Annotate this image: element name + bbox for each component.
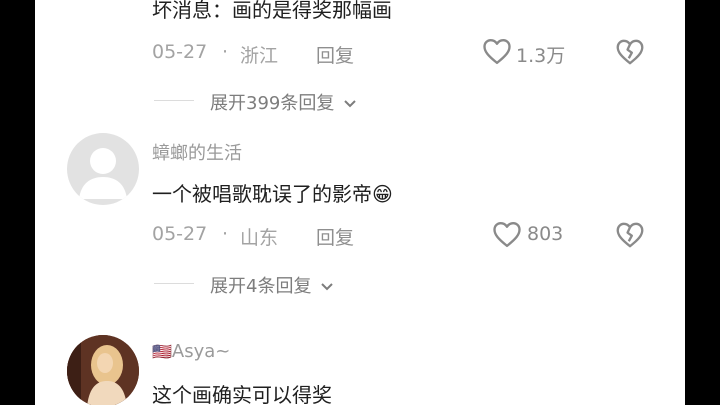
- expand-divider: [154, 283, 194, 284]
- expand-replies-label: 展开4条回复: [210, 276, 312, 297]
- username[interactable]: 🇺🇸Asya~: [152, 341, 230, 362]
- expand-divider: [154, 100, 194, 101]
- expand-replies-button[interactable]: 展开399条回复: [210, 89, 357, 115]
- comment-date: 05-27: [152, 223, 208, 245]
- comment-text: 一个被唱歌耽误了的影帝😁: [152, 178, 393, 207]
- grinning-emoji-icon: 😁: [372, 182, 393, 206]
- chevron-down-icon: [343, 99, 357, 109]
- expand-replies-label: 展开399条回复: [210, 93, 335, 114]
- comment-location: 山东: [240, 227, 279, 249]
- comment-location: 浙江: [240, 45, 279, 67]
- reply-button[interactable]: 回复: [316, 41, 354, 68]
- reply-button[interactable]: 回复: [316, 223, 354, 250]
- like-count: 1.3万: [516, 45, 566, 67]
- heart-outline-icon[interactable]: [492, 220, 522, 248]
- comments-panel: 坏消息：画的是得奖那幅画 05-27 · 浙江 回复 1.3万 展开399条回复…: [35, 0, 685, 405]
- comment-date: 05-27: [152, 41, 208, 63]
- broken-heart-icon[interactable]: [615, 221, 645, 248]
- meta-separator: ·: [222, 223, 229, 245]
- username[interactable]: 蟑螂的生活: [152, 139, 242, 165]
- meta-separator: ·: [222, 41, 229, 63]
- avatar[interactable]: [67, 335, 139, 405]
- comment-text: 坏消息：画的是得奖那幅画: [152, 0, 392, 22]
- username-text: Asya~: [171, 341, 231, 362]
- comment-body: 一个被唱歌耽误了的影帝: [152, 182, 372, 206]
- comment-text: 这个画确实可以得奖: [152, 383, 332, 405]
- expand-replies-button[interactable]: 展开4条回复: [210, 272, 334, 298]
- chevron-down-icon: [320, 282, 334, 292]
- broken-heart-icon[interactable]: [615, 38, 645, 65]
- heart-outline-icon[interactable]: [482, 37, 512, 65]
- avatar[interactable]: [67, 133, 139, 205]
- us-flag-icon: 🇺🇸: [152, 342, 172, 361]
- like-count: 803: [527, 223, 564, 245]
